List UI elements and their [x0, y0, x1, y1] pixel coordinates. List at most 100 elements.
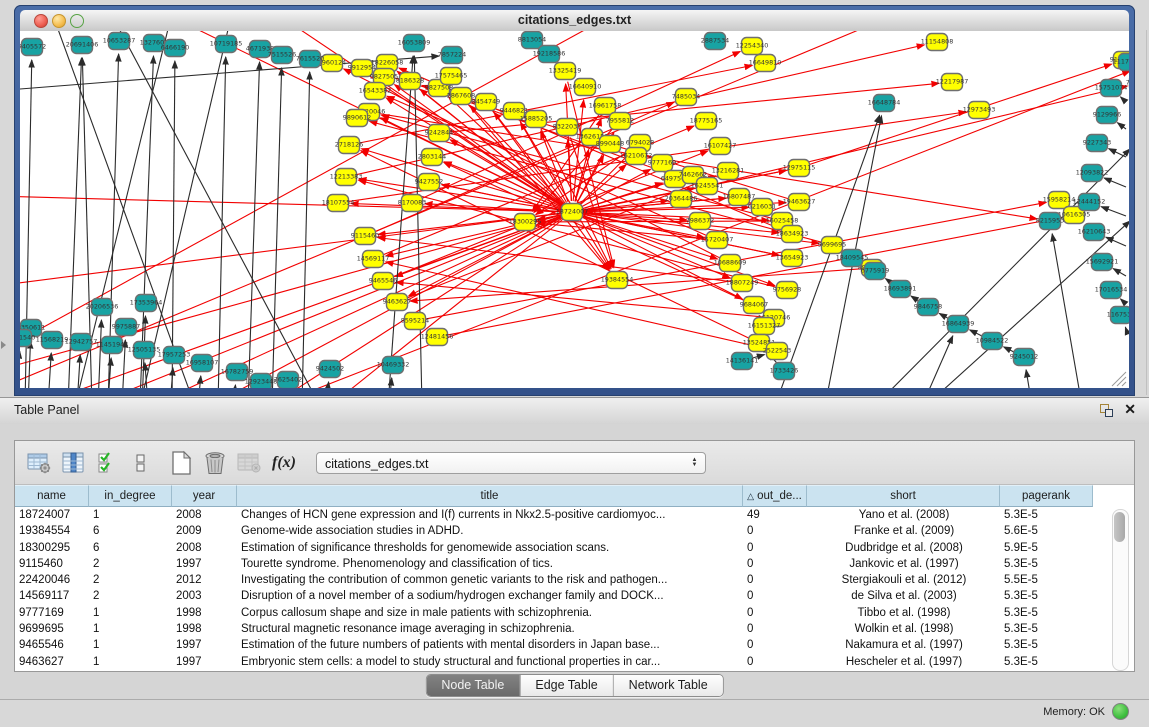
memory-ok-indicator[interactable] — [1112, 703, 1129, 720]
graph-node-yellow[interactable]: 9465546 — [369, 273, 397, 290]
column-header-pagerank[interactable]: pagerank — [1000, 485, 1093, 507]
graph-node-teal[interactable]: 1733426 — [770, 363, 798, 380]
citation-edge-black[interactable] — [1117, 123, 1126, 129]
graph-node-yellow[interactable]: 8454749 — [472, 94, 500, 111]
graph-node-teal[interactable]: 15751074 — [1095, 80, 1128, 97]
table-scrollbar-thumb[interactable] — [1114, 512, 1125, 542]
citation-edge-red[interactable] — [396, 282, 763, 317]
column-header-year[interactable]: year — [172, 485, 237, 507]
citation-edge-black[interactable] — [140, 31, 230, 388]
citation-edge-red[interactable] — [718, 86, 1128, 183]
function-builder-icon[interactable]: f(x) — [272, 454, 296, 472]
graph-node-yellow[interactable]: 2718126 — [335, 137, 363, 154]
citation-edge-black[interactable] — [115, 31, 320, 388]
table-row[interactable]: 2242004622012Investigating the contribut… — [15, 572, 1134, 588]
graph-node-yellow[interactable]: 9699695 — [818, 237, 846, 254]
close-panel-icon[interactable]: ✕ — [1124, 401, 1136, 418]
citation-network-graph[interactable]: 8960124991295418226058982750516543382818… — [20, 31, 1129, 388]
citation-edge-black[interactable] — [77, 355, 80, 388]
citation-edge-black[interactable] — [272, 68, 282, 388]
citation-edge-black[interactable] — [140, 56, 153, 388]
graph-node-yellow[interactable]: 9684067 — [740, 297, 768, 314]
new-table-icon[interactable] — [166, 448, 196, 478]
citation-edge-black[interactable] — [198, 376, 201, 388]
graph-node-yellow[interactable]: 9115460 — [351, 228, 379, 245]
citation-edge-black[interactable] — [1113, 269, 1126, 276]
table-row[interactable]: 1456911722003Disruption of a novel membe… — [15, 588, 1134, 604]
tab-node-table[interactable]: Node Table — [426, 675, 519, 696]
citation-edge-black[interactable] — [1052, 234, 1082, 388]
table-settings-icon[interactable] — [24, 448, 54, 478]
graph-node-yellow[interactable]: 9427552 — [415, 174, 443, 191]
graph-node-yellow[interactable]: 11154808 — [921, 34, 954, 51]
graph-node-yellow[interactable]: 18775165 — [690, 113, 723, 130]
table-row[interactable]: 977716911998Corpus callosum shape and si… — [15, 605, 1134, 621]
graph-node-teal[interactable]: 16210643 — [1078, 224, 1111, 241]
citation-edge-black[interactable] — [911, 296, 919, 301]
table-row[interactable]: 1830029562008Estimation of significance … — [15, 540, 1134, 556]
graph-node-yellow[interactable]: 12213383 — [330, 169, 363, 186]
graph-node-yellow[interactable]: 8170083 — [398, 195, 426, 212]
citation-edge-black[interactable] — [302, 72, 310, 388]
graph-node-yellow[interactable]: 12481456 — [421, 329, 454, 346]
graph-node-teal[interactable]: 12505135 — [128, 342, 161, 359]
graph-node-yellow[interactable]: 18107554 — [322, 195, 355, 212]
table-selector-dropdown[interactable]: citations_edges.txt ▲▼ — [316, 452, 706, 474]
graph-node-yellow[interactable]: 7955812 — [606, 113, 634, 130]
graph-node-teal[interactable]: 9975887 — [112, 319, 140, 336]
graph-node-teal[interactable]: 16958107 — [186, 355, 219, 372]
citation-edge-black[interactable] — [388, 56, 413, 388]
graph-node-yellow[interactable]: 7986372 — [686, 213, 714, 230]
select-column-icon[interactable] — [58, 448, 88, 478]
table-row[interactable]: 946554611997Estimation of the future num… — [15, 637, 1134, 653]
citation-edge-black[interactable] — [1121, 299, 1126, 304]
graph-node-yellow[interactable]: 8595214 — [401, 313, 429, 330]
graph-node-teal[interactable]: 9424502 — [316, 361, 344, 378]
graph-node-teal[interactable]: 10653287 — [103, 33, 136, 50]
graph-node-teal[interactable]: 16648784 — [868, 95, 901, 112]
citation-edge-red[interactable] — [20, 196, 561, 212]
citation-edge-black[interactable] — [28, 341, 31, 388]
graph-node-teal[interactable]: 2887534 — [701, 33, 729, 50]
graph-node-yellow[interactable]: 12254340 — [736, 38, 769, 55]
graph-node-teal[interactable]: 7615520 — [296, 51, 324, 68]
graph-node-teal[interactable]: 17353964 — [130, 295, 163, 312]
graph-node-teal[interactable]: 1167533 — [1107, 307, 1129, 324]
citation-edge-black[interactable] — [1101, 207, 1126, 216]
table-row[interactable]: 1872400712008Changes of HCN gene express… — [15, 507, 1134, 523]
row-options-icon[interactable] — [126, 448, 156, 478]
graph-node-yellow[interactable]: 18807249 — [726, 275, 759, 292]
delete-column-trash-icon[interactable] — [200, 448, 230, 478]
graph-node-yellow[interactable]: 16107427 — [704, 138, 737, 155]
column-header-short[interactable]: short — [807, 485, 1000, 507]
network-view-window[interactable]: citations_edges.txt 89601249912954182260… — [14, 5, 1135, 396]
graph-node-yellow[interactable]: 2522543 — [763, 343, 791, 360]
graph-node-teal[interactable]: 10469332 — [377, 357, 410, 374]
select-columns-checklist-icon[interactable] — [92, 448, 122, 478]
citation-edge-black[interactable] — [1104, 178, 1126, 187]
citation-edge-red[interactable] — [570, 137, 613, 267]
graph-node-teal[interactable]: 17016534 — [1095, 282, 1128, 299]
graph-node-yellow[interactable]: 7485034 — [672, 89, 700, 106]
graph-node-teal[interactable]: 16053809 — [398, 35, 431, 52]
citation-edge-black[interactable] — [970, 330, 983, 336]
graph-node-teal[interactable]: 9227343 — [1083, 135, 1111, 152]
graph-node-teal[interactable]: 6466190 — [161, 40, 189, 57]
graph-node-yellow[interactable]: 2803144 — [418, 149, 446, 166]
graph-node-teal[interactable]: 9129966 — [1093, 107, 1121, 124]
column-header-title[interactable]: title — [237, 485, 743, 507]
graph-node-teal[interactable]: 20691406 — [66, 37, 99, 54]
graph-node-teal[interactable]: 14136141 — [726, 353, 759, 370]
graph-node-yellow[interactable]: 12975115 — [783, 160, 816, 177]
graph-node-teal[interactable]: 7625402 — [274, 372, 302, 389]
network-canvas[interactable]: 8960124991295418226058982750516543382818… — [20, 31, 1129, 388]
table-row[interactable]: 911546021997Tourette syndrome. Phenomeno… — [15, 556, 1134, 572]
column-header-name[interactable]: name — [15, 485, 89, 507]
citation-edge-black[interactable] — [48, 353, 51, 388]
citation-edge-black[interactable] — [1026, 370, 1032, 388]
graph-node-yellow[interactable]: 14569117 — [357, 251, 390, 268]
graph-node-yellow[interactable]: 9777169 — [648, 155, 676, 172]
graph-node-yellow[interactable]: 16649810 — [749, 55, 782, 72]
graph-node-teal[interactable]: 7857224 — [438, 47, 466, 64]
graph-node-yellow[interactable]: 9463627 — [383, 294, 411, 311]
